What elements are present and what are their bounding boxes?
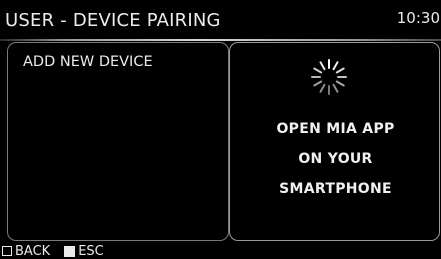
back-label: BACK <box>15 243 51 259</box>
page-title: USER - DEVICE PAIRING <box>5 10 221 31</box>
back-softkey[interactable]: BACK <box>0 244 50 259</box>
pairing-message-line-1: OPEN MIA APP <box>276 121 395 137</box>
softkey-bar: BACK ESC <box>0 243 104 259</box>
filled-square-icon <box>64 245 76 257</box>
pairing-message-line-3: SMARTPHONE <box>279 181 392 197</box>
loading-spinner-icon <box>311 59 347 95</box>
pairing-status-panel: OPEN MIA APP ON YOUR SMARTPHONE <box>229 42 440 241</box>
esc-softkey[interactable]: ESC <box>54 244 104 259</box>
outline-square-icon <box>2 246 12 256</box>
esc-label: ESC <box>78 243 104 259</box>
menu-item-add-new-device[interactable]: ADD NEW DEVICE <box>23 54 153 70</box>
clock: 10:30 <box>396 9 440 27</box>
menu-panel: ADD NEW DEVICE <box>7 42 229 241</box>
pairing-message-line-2: ON YOUR <box>298 151 373 167</box>
header-divider <box>0 39 441 41</box>
